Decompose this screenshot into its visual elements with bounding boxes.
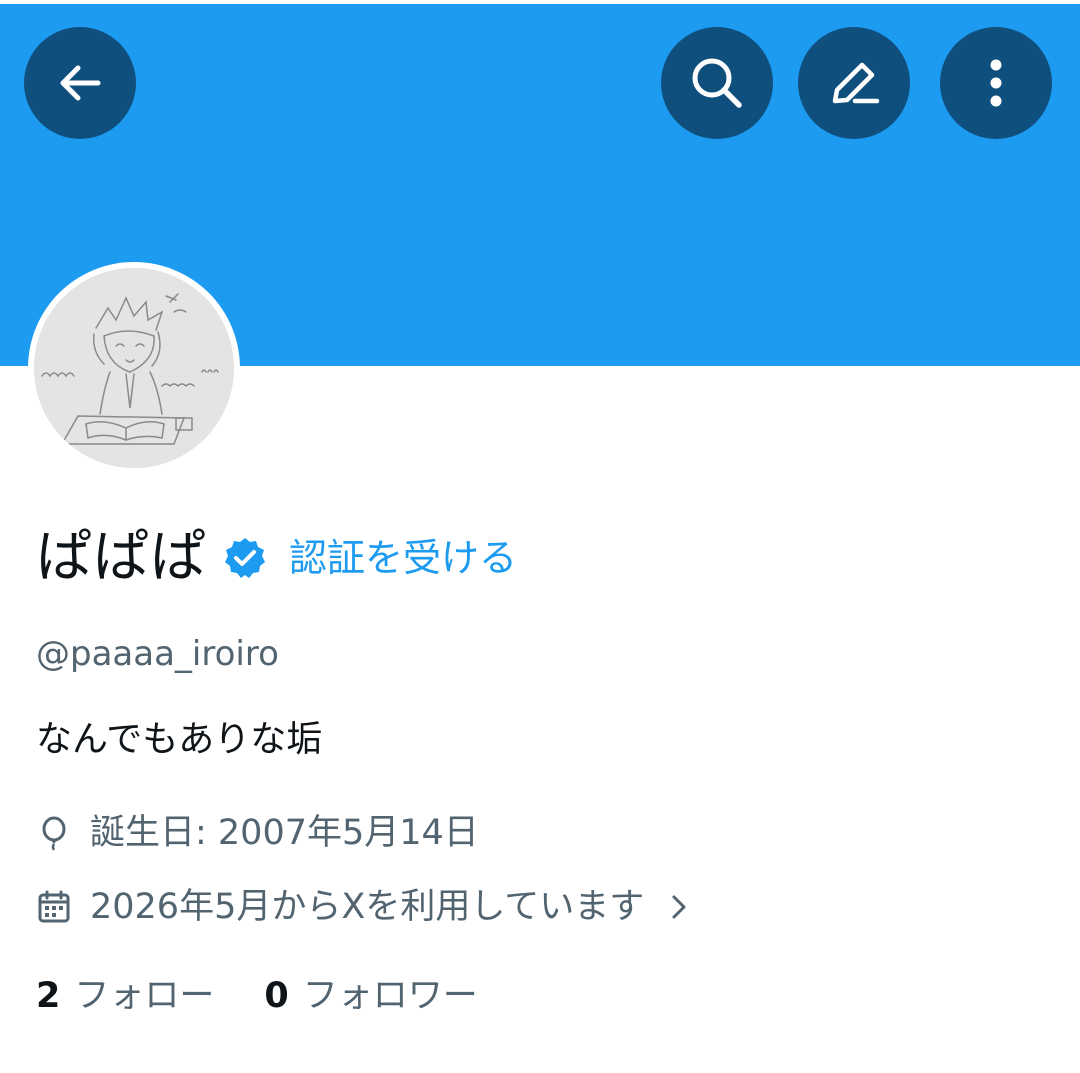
profile-page: ぱぱぱ 認証を受ける @paaaa_iroiro なんでもありな垢 誕生日: 2… <box>0 0 1080 1073</box>
chevron-right-icon <box>672 895 686 919</box>
followers-count: 0 <box>264 976 289 1016</box>
joined-row[interactable]: 2026年5月からXを利用しています <box>36 882 694 932</box>
search-button[interactable] <box>661 27 773 139</box>
following-link[interactable]: 2 フォロー <box>36 970 214 1022</box>
search-icon <box>692 58 742 108</box>
calendar-icon <box>38 890 70 923</box>
pencil-icon <box>832 62 880 104</box>
following-count: 2 <box>36 976 61 1016</box>
verified-badge-icon[interactable] <box>223 536 267 580</box>
birthday-row: 誕生日: 2007年5月14日 <box>36 808 479 858</box>
avatar-frame <box>28 262 240 474</box>
more-options-button[interactable] <box>940 27 1052 139</box>
back-button[interactable] <box>24 27 136 139</box>
more-vertical-icon <box>990 59 1002 107</box>
following-label: フォロー <box>74 976 215 1016</box>
get-verified-link[interactable]: 認証を受ける <box>289 520 517 596</box>
arrow-left-icon <box>60 65 101 101</box>
user-handle: @paaaa_iroiro <box>36 634 279 674</box>
avatar-sketch-image <box>34 268 234 468</box>
edit-button[interactable] <box>798 27 910 139</box>
follow-stats: 2 フォロー 0 フォロワー <box>36 970 478 1022</box>
avatar[interactable] <box>34 268 234 468</box>
birthday-text: 誕生日: 2007年5月14日 <box>90 813 479 853</box>
display-name: ぱぱぱ <box>36 525 207 590</box>
followers-label: フォロワー <box>302 976 478 1016</box>
followers-link[interactable]: 0 フォロワー <box>264 970 477 1022</box>
name-row: ぱぱぱ 認証を受ける <box>36 520 517 596</box>
profile-bio: なんでもありな垢 <box>36 719 323 760</box>
joined-text: 2026年5月からXを利用しています <box>90 887 645 927</box>
balloon-icon <box>42 816 66 851</box>
